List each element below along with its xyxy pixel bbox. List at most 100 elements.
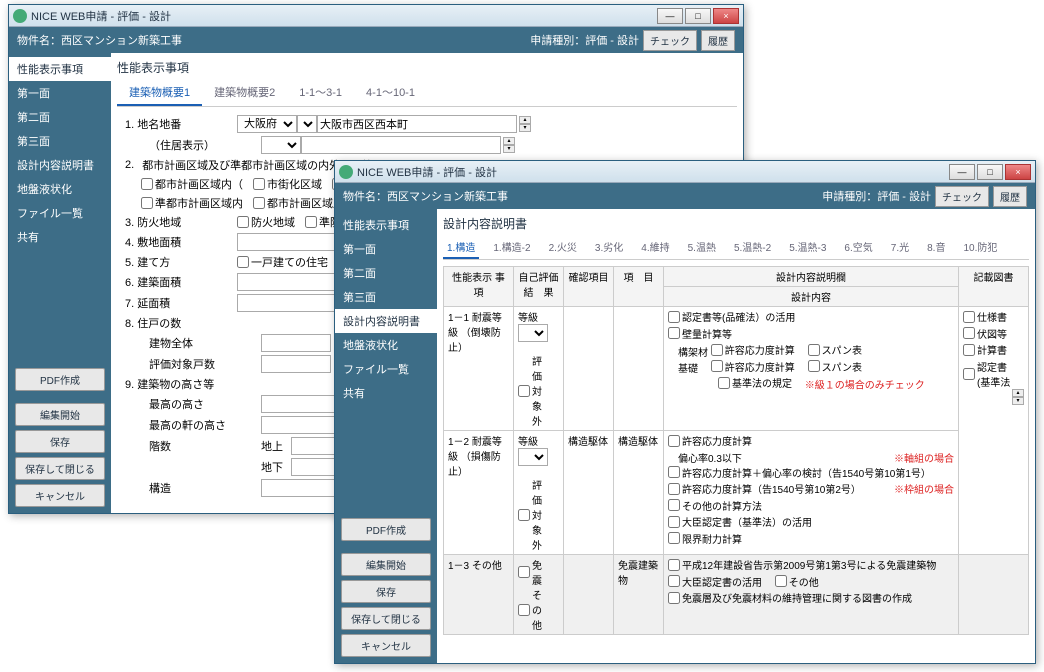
edit-button-2[interactable]: 編集開始 — [341, 553, 431, 576]
cb-kyoyou1[interactable]: 許容応力度計算 — [711, 342, 795, 357]
section-title: 性能表示事項 — [117, 59, 737, 76]
cb-sonota[interactable]: その他 — [518, 587, 549, 632]
tab-overview1[interactable]: 建築物概要1 — [117, 80, 202, 106]
docs-spinner[interactable]: ▴▾ — [1012, 389, 1024, 405]
cb-toshikeikaku[interactable]: 都市計画区域内（ — [141, 176, 243, 192]
cb-span2[interactable]: スパン表 — [808, 359, 863, 374]
tab-11-31[interactable]: 1-1～3-1 — [287, 80, 354, 106]
close-button-2[interactable]: × — [1005, 164, 1031, 180]
row3-num: 3. — [125, 217, 134, 229]
cb-calc3[interactable]: 許容応力度計算（告1540号第10第2号） — [668, 481, 861, 496]
sidebar-item-p3[interactable]: 第三面 — [9, 129, 111, 153]
minimize-button-2[interactable]: — — [949, 164, 975, 180]
close-button[interactable]: × — [713, 8, 739, 24]
minimize-button[interactable]: — — [657, 8, 683, 24]
cb-kijunhou[interactable]: 基準法の規定 — [718, 375, 792, 390]
tab-kouzou2[interactable]: 1.構造-2 — [489, 236, 534, 259]
cb-menshin[interactable]: 免震 — [518, 557, 549, 587]
save-close-button-2[interactable]: 保存して閉じる — [341, 607, 431, 630]
cancel-button-2[interactable]: キャンセル — [341, 634, 431, 657]
titlebar[interactable]: NICE WEB申請 - 評価 - 設計 — □ × — [9, 5, 743, 27]
sidebar2-item-p3[interactable]: 第三面 — [335, 285, 437, 309]
tab-onnetsu2[interactable]: 5.温熱-2 — [730, 236, 775, 259]
cb-im1[interactable]: 平成12年建設省告示第2009号第1第3号による免震建築物 — [668, 557, 936, 572]
sidebar-item-design[interactable]: 設計内容説明書 — [9, 153, 111, 177]
tab-rekka[interactable]: 3.劣化 — [591, 236, 627, 259]
cb-im2[interactable]: 大臣認定書の活用 — [668, 574, 762, 589]
history-button[interactable]: 履歴 — [701, 30, 735, 51]
cb-kyoyou2[interactable]: 許容応力度計算 — [711, 359, 795, 374]
cb-span1[interactable]: スパン表 — [808, 342, 863, 357]
tab-kouzou1[interactable]: 1.構造 — [443, 236, 479, 259]
tab-kuuki[interactable]: 6.空気 — [840, 236, 876, 259]
sidebar2-item-share[interactable]: 共有 — [335, 381, 437, 405]
cb-doc-calc[interactable]: 計算書 — [963, 342, 1007, 357]
cb-calc1[interactable]: 許容応力度計算 — [668, 433, 752, 448]
pref-sub-select[interactable] — [297, 115, 317, 133]
th-desc: 設計内容説明欄 — [664, 267, 959, 287]
cb-doc-fuse[interactable]: 伏図等 — [963, 326, 1007, 341]
sidebar2-item-p1[interactable]: 第一面 — [335, 237, 437, 261]
cancel-button[interactable]: キャンセル — [15, 484, 105, 507]
check-button[interactable]: チェック — [643, 30, 697, 51]
cb-doc-nintei[interactable]: 認定書(基準法 — [963, 359, 1014, 389]
tab-bouhan[interactable]: 10.防犯 — [959, 236, 1001, 259]
sidebar-item-p2[interactable]: 第二面 — [9, 105, 111, 129]
tab-oto[interactable]: 8.音 — [923, 236, 949, 259]
tab-hikari[interactable]: 7.光 — [887, 236, 913, 259]
sidebar-item-p1[interactable]: 第一面 — [9, 81, 111, 105]
sidebar2-item-design[interactable]: 設計内容説明書 — [335, 309, 437, 333]
cb-bouka[interactable]: 防火地域 — [237, 214, 295, 230]
tab-kasai[interactable]: 2.火災 — [545, 236, 581, 259]
sidebar2-item-ground[interactable]: 地盤液状化 — [335, 333, 437, 357]
address-spinner[interactable]: ▴▾ — [519, 116, 531, 132]
tab-onnetsu3[interactable]: 5.温熱-3 — [785, 236, 830, 259]
note2b: ※枠組の場合 — [894, 481, 954, 496]
sidebar2-item-files[interactable]: ファイル一覧 — [335, 357, 437, 381]
sidebar-item-ground[interactable]: 地盤液状化 — [9, 177, 111, 201]
grade-select-2[interactable] — [518, 448, 548, 466]
sidebar-item-files[interactable]: ファイル一覧 — [9, 201, 111, 225]
cb-calc2[interactable]: 許容応力度計算＋偏心率の検討（告1540号第10第1号） — [668, 465, 931, 480]
check-button-2[interactable]: チェック — [935, 186, 989, 207]
tab-iji[interactable]: 4.維持 — [637, 236, 673, 259]
tab-41-101[interactable]: 4-1～10-1 — [354, 80, 427, 106]
cb-jun-toshi[interactable]: 準都市計画区域内 — [141, 195, 243, 211]
units-eval-input[interactable] — [261, 355, 331, 373]
pdf-button-2[interactable]: PDF作成 — [341, 518, 431, 541]
cb-im4[interactable]: 免震層及び免震材料の維持管理に関する図書の作成 — [668, 590, 912, 605]
sidebar2-item-p2[interactable]: 第二面 — [335, 261, 437, 285]
grade-select-1[interactable] — [518, 324, 548, 342]
sidebar-item-share[interactable]: 共有 — [9, 225, 111, 249]
units-total-input[interactable] — [261, 334, 331, 352]
cb-doc-spec[interactable]: 仕様書 — [963, 309, 1007, 324]
cb-nintei[interactable]: 認定書等(品確法）の活用 — [668, 309, 795, 324]
save-close-button[interactable]: 保存して閉じる — [15, 457, 105, 480]
cb-calc5[interactable]: 大臣認定書（基準法）の活用 — [668, 514, 812, 529]
tab-overview2[interactable]: 建築物概要2 — [202, 80, 287, 106]
cb-calc6[interactable]: 限界耐力計算 — [668, 531, 742, 546]
history-button-2[interactable]: 履歴 — [993, 186, 1027, 207]
cb-calc4[interactable]: その他の計算方法 — [668, 498, 762, 513]
address-input[interactable] — [317, 115, 517, 133]
juukyo-input[interactable] — [301, 136, 501, 154]
juukyo-spinner[interactable]: ▴▾ — [503, 137, 515, 153]
sidebar2-item-performance[interactable]: 性能表示事項 — [335, 213, 437, 237]
cb-im3[interactable]: その他 — [775, 574, 819, 589]
cb-shigaika[interactable]: 市街化区域 — [253, 176, 322, 192]
pref-select[interactable]: 大阪府 — [237, 115, 297, 133]
tab-onnetsu1[interactable]: 5.温熱 — [684, 236, 720, 259]
sidebar-item-performance[interactable]: 性能表示事項 — [9, 57, 111, 81]
pdf-button[interactable]: PDF作成 — [15, 368, 105, 391]
edit-button[interactable]: 編集開始 — [15, 403, 105, 426]
cb-hekiryou[interactable]: 壁量計算等 — [668, 326, 732, 341]
titlebar-2[interactable]: NICE WEB申請 - 評価 - 設計 — □ × — [335, 161, 1035, 183]
juukyo-select[interactable] — [261, 136, 301, 154]
save-button[interactable]: 保存 — [15, 430, 105, 453]
cb-detached[interactable]: 一戸建ての住宅 — [237, 254, 328, 270]
cb-excl-1[interactable]: 評価対象外 — [518, 353, 549, 428]
maximize-button[interactable]: □ — [685, 8, 711, 24]
maximize-button-2[interactable]: □ — [977, 164, 1003, 180]
save-button-2[interactable]: 保存 — [341, 580, 431, 603]
cb-excl-2[interactable]: 評価対象外 — [518, 477, 549, 552]
